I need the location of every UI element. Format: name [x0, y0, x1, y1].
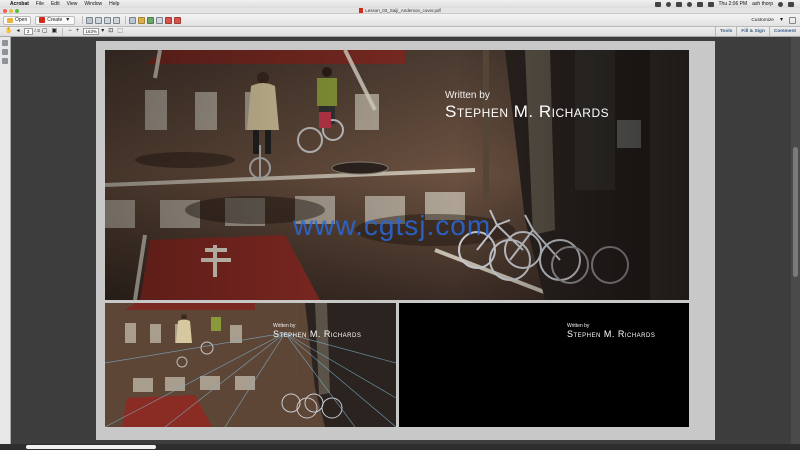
- total-pages-text: / 3: [34, 29, 40, 34]
- pages-panel-icon[interactable]: [2, 40, 8, 46]
- tab-comment[interactable]: Comment: [768, 27, 800, 36]
- status-area: Thu 2:06 PM ash thorp: [654, 1, 800, 7]
- full-screen-icon[interactable]: ⬚: [117, 28, 123, 35]
- edit-icon[interactable]: [104, 16, 112, 24]
- toolbar-separator: [82, 16, 84, 24]
- fit-page-icon[interactable]: ⊡: [108, 28, 113, 35]
- previous-page-icon[interactable]: ◂: [16, 28, 19, 35]
- create-pdf-icon: [39, 17, 46, 23]
- open-button[interactable]: Open: [3, 15, 32, 25]
- toolbar-separator: [62, 27, 64, 36]
- settings-icon[interactable]: [129, 16, 137, 24]
- navigation-pane: [0, 37, 11, 450]
- document-viewport[interactable]: Written by Stephen M. Richards www.cgtsj…: [11, 37, 800, 450]
- horizontal-scrollbar-thumb[interactable]: [26, 445, 156, 449]
- list-icon[interactable]: [788, 1, 794, 7]
- menu-acrobat[interactable]: Acrobat: [10, 1, 29, 7]
- menu-view[interactable]: View: [67, 1, 78, 7]
- title-card-thumbnail: Written by Stephen M. Richards: [399, 303, 689, 427]
- main-toolbar: Open Create ▾ Customize ▾: [0, 14, 800, 27]
- author-name: Stephen M. Richards: [273, 329, 362, 339]
- bookmarks-icon[interactable]: [2, 58, 8, 64]
- select-tool-icon[interactable]: ▢: [42, 28, 48, 35]
- watermark-text: www.cgtsj.com: [293, 210, 492, 241]
- clock-text[interactable]: Thu 2:06 PM: [719, 1, 748, 7]
- share-icon[interactable]: [156, 16, 164, 24]
- task-panes: Tools Fill & Sign Comment: [714, 27, 800, 36]
- email-icon[interactable]: [113, 16, 121, 24]
- toolbar-separator: [125, 16, 127, 24]
- sign-icon[interactable]: [165, 16, 173, 24]
- street-scene-thumbnail-image: [105, 303, 396, 427]
- menu-window[interactable]: Window: [84, 1, 102, 7]
- toolbar-right: Customize ▾: [751, 16, 800, 24]
- chevron-down-icon[interactable]: ▾: [101, 28, 104, 35]
- print-icon[interactable]: [95, 16, 103, 24]
- highlight-icon[interactable]: [147, 16, 155, 24]
- marquee-icon[interactable]: ▣: [52, 28, 58, 35]
- vertical-scrollbar[interactable]: [791, 37, 800, 450]
- written-by-label: Written by: [445, 90, 490, 101]
- author-name: Stephen M. Richards: [445, 102, 610, 121]
- battery-icon[interactable]: [707, 1, 714, 7]
- customize-button[interactable]: Customize: [751, 18, 774, 23]
- tab-tools[interactable]: Tools: [714, 27, 736, 36]
- author-name: Stephen M. Richards: [567, 329, 656, 339]
- horizontal-scrollbar[interactable]: [0, 444, 800, 450]
- save-icon[interactable]: [86, 16, 94, 24]
- export-icon[interactable]: [174, 16, 182, 24]
- create-button[interactable]: Create ▾: [35, 15, 76, 25]
- wifi-icon[interactable]: [686, 1, 692, 7]
- menu-file[interactable]: File: [36, 1, 44, 7]
- status-icon[interactable]: [675, 1, 682, 7]
- cover-photo-main: Written by Stephen M. Richards www.cgtsj…: [105, 50, 689, 300]
- chevron-down-icon: ▾: [66, 16, 70, 23]
- zoom-out-icon[interactable]: −: [68, 28, 72, 35]
- volume-icon[interactable]: [696, 1, 703, 7]
- hand-tool-icon[interactable]: ✋: [5, 28, 12, 35]
- menu-bar: Acrobat File Edit View Window Help Thu 2…: [0, 0, 800, 8]
- expand-icon[interactable]: [789, 16, 796, 24]
- attachments-icon[interactable]: [2, 49, 8, 55]
- menu-edit[interactable]: Edit: [51, 1, 60, 7]
- pdf-page: Written by Stephen M. Richards www.cgtsj…: [96, 41, 715, 440]
- vertical-scrollbar-thumb[interactable]: [793, 147, 798, 277]
- status-icon[interactable]: [665, 1, 671, 7]
- street-scene-image: [105, 50, 689, 300]
- cover-photo-thumbnail: Written by Stephen M. Richards: [105, 303, 396, 427]
- status-icon[interactable]: [654, 1, 661, 7]
- search-icon[interactable]: [778, 1, 783, 7]
- page-navigation-toolbar: ✋ ◂ 3 / 3 ▢ ▣ − + 163% ▾ ⊡ ⬚ Tools Fill …: [0, 27, 800, 37]
- menu-help[interactable]: Help: [109, 1, 119, 7]
- zoom-in-icon[interactable]: +: [76, 28, 80, 35]
- page-number-input[interactable]: 3: [23, 28, 33, 35]
- zoom-level-input[interactable]: 163%: [83, 28, 100, 35]
- folder-icon: [7, 17, 13, 23]
- pdf-file-icon: [359, 8, 364, 14]
- user-name[interactable]: ash thorp: [752, 1, 773, 7]
- chevron-down-icon[interactable]: ▾: [780, 17, 783, 24]
- tab-fill-sign[interactable]: Fill & Sign: [736, 27, 768, 36]
- comment-icon[interactable]: [138, 16, 146, 24]
